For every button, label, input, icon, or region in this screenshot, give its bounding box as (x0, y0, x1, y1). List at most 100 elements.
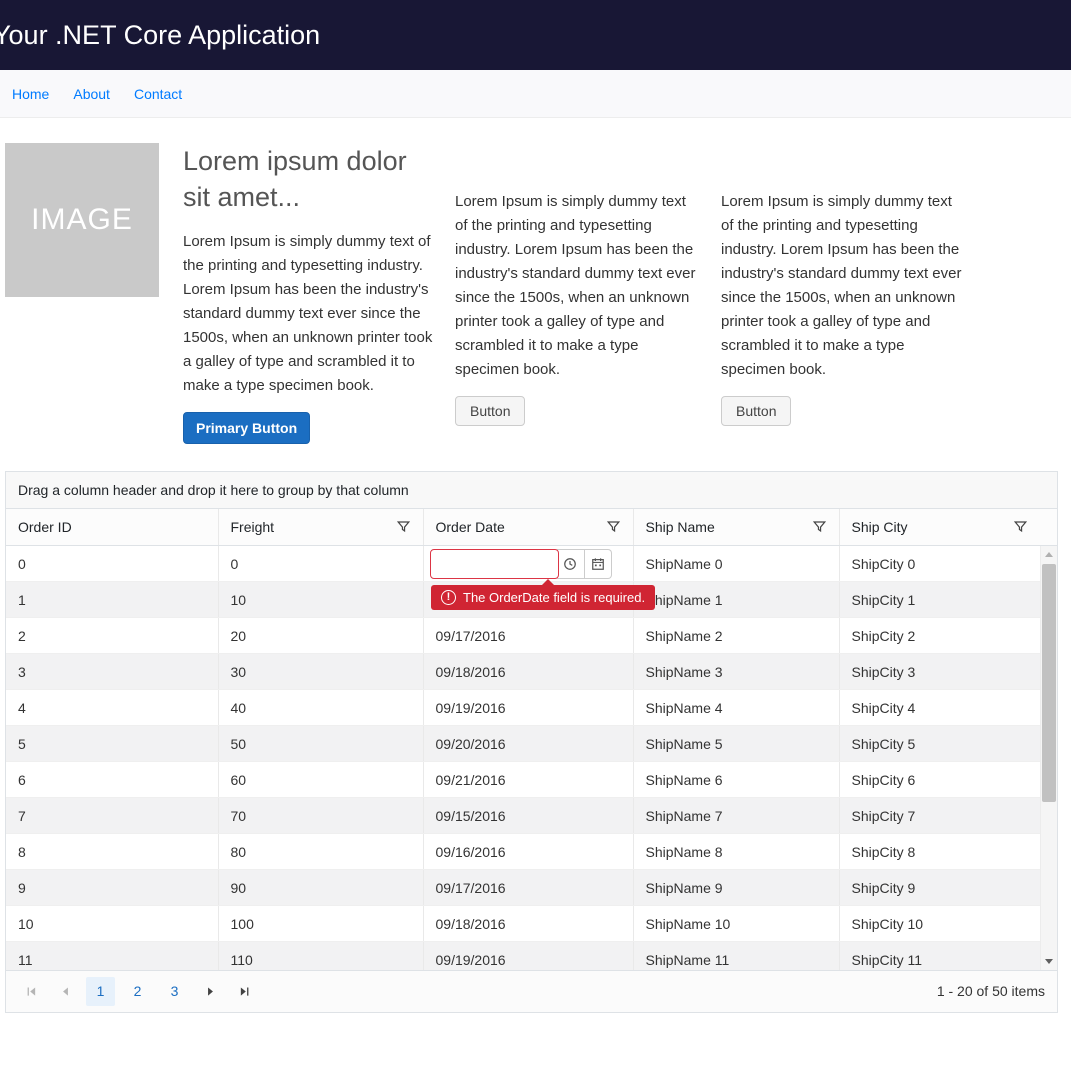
pager-first-button[interactable] (18, 978, 44, 1004)
freight-cell[interactable]: 60 (218, 762, 423, 798)
ship-city-cell[interactable]: ShipCity 3 (839, 654, 1040, 690)
grid-group-drop-area[interactable]: Drag a column header and drop it here to… (6, 472, 1057, 509)
column-header-ship-name[interactable]: Ship Name (633, 509, 839, 545)
order-id-cell[interactable]: 3 (6, 654, 218, 690)
tooltip-arrow (541, 579, 555, 586)
clock-icon (563, 557, 577, 571)
freight-cell[interactable]: 50 (218, 726, 423, 762)
order-date-cell[interactable]: 09/21/2016 (423, 762, 633, 798)
freight-cell[interactable]: 100 (218, 906, 423, 942)
scrollbar-thumb[interactable] (1042, 564, 1056, 802)
freight-cell[interactable]: 10 (218, 582, 423, 618)
column-header-order-id[interactable]: Order ID (6, 509, 218, 545)
pager-prev-button[interactable] (52, 978, 78, 1004)
ship-city-cell[interactable]: ShipCity 6 (839, 762, 1040, 798)
nav-item-contact[interactable]: Contact (134, 86, 182, 102)
ship-name-cell[interactable]: ShipName 6 (633, 762, 839, 798)
ship-name-cell[interactable]: ShipName 10 (633, 906, 839, 942)
freight-cell[interactable]: 80 (218, 834, 423, 870)
order-id-cell[interactable]: 11 (6, 942, 218, 970)
ship-city-cell[interactable]: ShipCity 11 (839, 942, 1040, 970)
freight-cell[interactable]: 90 (218, 870, 423, 906)
ship-name-cell[interactable]: ShipName 9 (633, 870, 839, 906)
freight-cell[interactable]: 20 (218, 618, 423, 654)
grid-vertical-scrollbar[interactable] (1040, 546, 1057, 970)
freight-cell[interactable]: 70 (218, 798, 423, 834)
filter-icon-order-date[interactable] (606, 519, 621, 534)
order-id-cell[interactable]: 0 (6, 546, 218, 582)
hero-card-2: Lorem Ipsum is simply dummy text of the … (721, 143, 967, 426)
order-id-cell[interactable]: 4 (6, 690, 218, 726)
order-date-cell[interactable]: 09/15/2016 (423, 798, 633, 834)
ship-name-cell[interactable]: ShipName 5 (633, 726, 839, 762)
filter-icon-ship-name[interactable] (812, 519, 827, 534)
order-date-cell[interactable]: 09/20/2016 (423, 726, 633, 762)
orderdate-input[interactable] (430, 549, 559, 579)
up-triangle-icon (1045, 552, 1053, 557)
ship-name-cell[interactable]: ShipName 7 (633, 798, 839, 834)
ship-city-cell[interactable]: ShipCity 4 (839, 690, 1040, 726)
order-date-cell[interactable]: 09/17/2016 (423, 870, 633, 906)
filter-icon-ship-city[interactable] (1013, 519, 1028, 534)
ship-city-cell[interactable]: ShipCity 8 (839, 834, 1040, 870)
order-date-cell[interactable]: 09/17/2016 (423, 618, 633, 654)
nav-item-about[interactable]: About (73, 86, 110, 102)
prev-page-icon (59, 985, 72, 998)
ship-city-cell[interactable]: ShipCity 5 (839, 726, 1040, 762)
column-header-freight[interactable]: Freight (218, 509, 423, 545)
grid-pager: 1 2 3 1 - 20 of 50 items (6, 970, 1057, 1012)
pager-page-2[interactable]: 2 (123, 977, 152, 1006)
pager-last-button[interactable] (231, 978, 257, 1004)
column-label: Ship City (852, 519, 908, 535)
ship-city-cell[interactable]: ShipCity 7 (839, 798, 1040, 834)
order-id-cell[interactable]: 1 (6, 582, 218, 618)
filter-icon-freight[interactable] (396, 519, 411, 534)
ship-city-cell[interactable]: ShipCity 9 (839, 870, 1040, 906)
ship-name-cell[interactable]: ShipName 1 (633, 582, 839, 618)
card-button-1[interactable]: Button (455, 396, 525, 426)
ship-name-cell[interactable]: ShipName 8 (633, 834, 839, 870)
order-id-cell[interactable]: 5 (6, 726, 218, 762)
ship-city-cell[interactable]: ShipCity 0 (839, 546, 1040, 582)
ship-city-cell[interactable]: ShipCity 1 (839, 582, 1040, 618)
ship-name-cell[interactable]: ShipName 11 (633, 942, 839, 970)
freight-cell[interactable]: 0 (218, 546, 423, 582)
scroll-down-button[interactable] (1041, 953, 1057, 970)
primary-button[interactable]: Primary Button (183, 412, 310, 444)
time-picker-button[interactable] (557, 550, 584, 578)
order-date-cell[interactable]: 09/16/2016 (423, 834, 633, 870)
ship-name-cell[interactable]: ShipName 0 (633, 546, 839, 582)
hero-paragraph: Lorem Ipsum is simply dummy text of the … (183, 230, 435, 398)
order-date-cell[interactable]: 09/18/2016 (423, 654, 633, 690)
ship-name-cell[interactable]: ShipName 3 (633, 654, 839, 690)
validation-message: The OrderDate field is required. (463, 590, 645, 605)
freight-cell[interactable]: 110 (218, 942, 423, 970)
date-picker-button[interactable] (584, 550, 611, 578)
ship-city-cell[interactable]: ShipCity 10 (839, 906, 1040, 942)
freight-cell[interactable]: 40 (218, 690, 423, 726)
ship-name-cell[interactable]: ShipName 2 (633, 618, 839, 654)
order-date-cell[interactable]: 09/19/2016 (423, 942, 633, 970)
order-id-cell[interactable]: 2 (6, 618, 218, 654)
column-label: Order ID (18, 519, 72, 535)
grid-row: 1010009/18/2016ShipName 10ShipCity 10 (6, 906, 1040, 942)
order-id-cell[interactable]: 10 (6, 906, 218, 942)
ship-city-cell[interactable]: ShipCity 2 (839, 618, 1040, 654)
pager-page-3[interactable]: 3 (160, 977, 189, 1006)
column-header-order-date[interactable]: Order Date (423, 509, 633, 545)
card-button-2[interactable]: Button (721, 396, 791, 426)
scroll-up-button[interactable] (1041, 546, 1057, 563)
pager-page-1[interactable]: 1 (86, 977, 115, 1006)
ship-name-cell[interactable]: ShipName 4 (633, 690, 839, 726)
order-id-cell[interactable]: 8 (6, 834, 218, 870)
pager-next-button[interactable] (197, 978, 223, 1004)
column-header-ship-city[interactable]: Ship City (839, 509, 1040, 545)
order-id-cell[interactable]: 9 (6, 870, 218, 906)
order-id-cell[interactable]: 6 (6, 762, 218, 798)
nav-item-home[interactable]: Home (12, 86, 49, 102)
freight-cell[interactable]: 30 (218, 654, 423, 690)
order-date-cell[interactable] (423, 546, 633, 582)
order-id-cell[interactable]: 7 (6, 798, 218, 834)
order-date-cell[interactable]: 09/19/2016 (423, 690, 633, 726)
order-date-cell[interactable]: 09/18/2016 (423, 906, 633, 942)
